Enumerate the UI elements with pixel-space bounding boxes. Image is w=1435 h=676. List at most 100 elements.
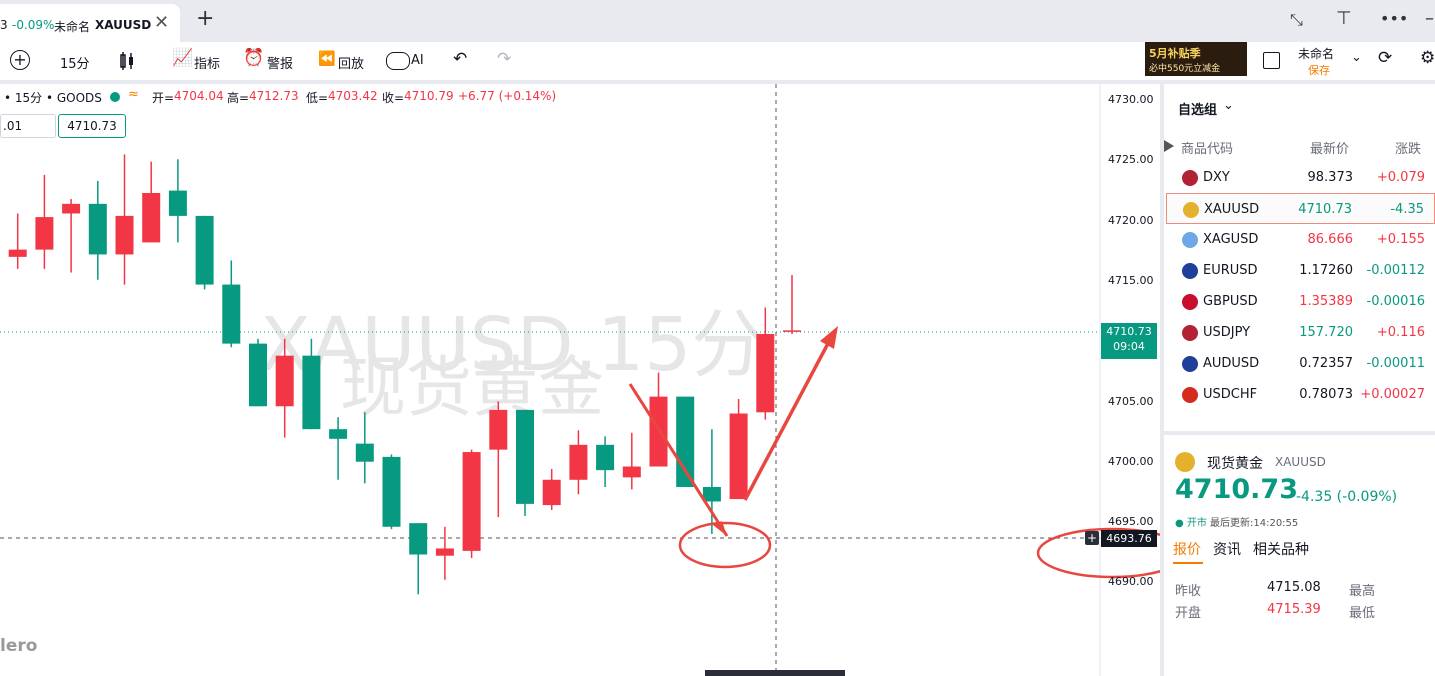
watchlist-row-xagusd[interactable]: XAGUSD 86.666 +0.155 (1166, 224, 1435, 255)
header-last[interactable]: 最新价 (1310, 138, 1349, 157)
watchlist-title[interactable]: 自选组 (1178, 99, 1217, 118)
candle-body[interactable] (409, 523, 428, 555)
candle-body[interactable] (649, 396, 668, 467)
candle-type-icon[interactable] (118, 51, 136, 71)
tab-bar: 3 -0.09% 未命名 XAUUSD ✕ + ⤡ ⊤ ••• – (0, 0, 1435, 43)
alerts-button[interactable]: 警报 (267, 53, 293, 72)
layout-name[interactable]: 未命名 (1298, 45, 1334, 62)
candle-body[interactable] (756, 333, 775, 413)
ask-box[interactable]: 4710.73 (58, 114, 126, 138)
tab-layout-name: 未命名 (54, 20, 91, 34)
watchlist-row-audusd[interactable]: AUDUSD 0.72357 -0.00011 (1166, 348, 1435, 379)
flag-marker-icon (1164, 140, 1174, 152)
details-updated: 最后更新:14:20:55 (1210, 518, 1299, 529)
candlestick-chart[interactable]: XAUUSD,15分现货黄金 (0, 84, 1160, 676)
candle-body[interactable] (462, 452, 481, 551)
save-label[interactable]: 保存 (1308, 62, 1330, 78)
candle-body[interactable] (702, 487, 721, 502)
promo-banner[interactable]: 5月补贴季 必中550元立减金 (1145, 42, 1247, 76)
candle-body[interactable] (88, 203, 107, 255)
candle-body[interactable] (8, 249, 27, 257)
replay-button[interactable]: 回放 (338, 53, 364, 72)
more-icon[interactable]: ••• (1380, 9, 1408, 28)
new-tab-plus-icon[interactable]: + (196, 6, 214, 31)
settings-gear-icon[interactable]: ⚙ (1420, 48, 1435, 68)
indicators-button[interactable]: 指标 (194, 53, 220, 72)
pin-icon[interactable]: ⊤ (1336, 8, 1352, 29)
candle-body[interactable] (569, 444, 588, 480)
legend-high-label: 高= (227, 91, 250, 105)
redo-icon[interactable]: ↷ (497, 49, 511, 69)
watchlist-change: -4.35 (1390, 202, 1424, 217)
details-name: 现货黄金 (1207, 456, 1263, 472)
watchlist-row-usdchf[interactable]: USDCHF 0.78073 +0.00027 (1166, 379, 1435, 410)
chart-toolbar: + 15分 📈 指标 ⏰ 警报 ⏪ 回放 AI ↶ ↷ 5月补贴季 必中550元… (0, 42, 1435, 84)
candle-body[interactable] (35, 217, 54, 250)
close-icon[interactable]: ✕ (154, 12, 169, 33)
watchlist-row-xauusd[interactable]: XAUUSD 4710.73 -4.35 (1166, 193, 1435, 224)
tab-related[interactable]: 相关品种 (1253, 539, 1309, 559)
candle-body[interactable] (622, 466, 641, 478)
add-symbol-icon[interactable]: + (10, 50, 30, 70)
legend-close: 4710.79 (404, 89, 454, 103)
candle-body[interactable] (783, 330, 801, 332)
candle-body[interactable] (115, 215, 134, 255)
undo-icon[interactable]: ↶ (453, 49, 467, 69)
flag-icon (1182, 294, 1198, 310)
legend-open: 4704.04 (174, 89, 224, 103)
interval-button[interactable]: 15分 (60, 53, 90, 72)
brand-logo-partial: lero (0, 636, 38, 656)
watchlist-symbol: XAGUSD (1203, 232, 1259, 247)
candle-body[interactable] (195, 215, 214, 285)
candle-body[interactable] (142, 192, 161, 243)
candle-body[interactable] (275, 355, 294, 407)
tab-news[interactable]: 资讯 (1213, 539, 1241, 559)
approx-icon: ≈ (128, 87, 139, 102)
tab-quote[interactable]: 报价 (1173, 539, 1201, 559)
details-change: -4.35 (-0.09%) (1296, 489, 1398, 505)
watchlist-symbol: DXY (1203, 170, 1230, 185)
candle-body[interactable] (302, 355, 321, 430)
candle-body[interactable] (355, 443, 374, 462)
candle-body[interactable] (542, 479, 561, 506)
candle-body[interactable] (168, 190, 187, 216)
watchlist-row-usdjpy[interactable]: USDJPY 157.720 +0.116 (1166, 317, 1435, 348)
minimize-icon[interactable]: – (1425, 8, 1434, 29)
candle-body[interactable] (62, 203, 81, 214)
price-axis-tick: 4695.00 (1108, 515, 1154, 529)
watchlist-row-usdcad[interactable]: USDCAD1.36996+0.00032 (1166, 410, 1435, 418)
restore-window-icon[interactable]: ⤡ (1290, 10, 1303, 30)
countdown-timer: 09:04 (1113, 340, 1145, 353)
watchlist-symbol: USDJPY (1203, 325, 1251, 340)
tab-change: -0.09% (12, 18, 55, 32)
ai-robot-icon (386, 52, 410, 70)
quick-search-icon[interactable]: ⟳ (1378, 48, 1392, 68)
candle-body[interactable] (729, 413, 748, 500)
open-value: 4715.39 (1267, 602, 1321, 617)
header-symbol[interactable]: 商品代码 (1181, 138, 1233, 157)
candle-body[interactable] (435, 548, 454, 556)
watchlist-last: 1.35389 (1299, 294, 1353, 309)
header-change[interactable]: 涨跌 (1395, 138, 1421, 157)
candle-body[interactable] (676, 396, 695, 488)
watchlist-row-dxy[interactable]: DXY 98.373 +0.079 (1166, 162, 1435, 193)
tab-indicator (1173, 562, 1203, 564)
candle-body[interactable] (516, 409, 534, 504)
watchlist-chevron-icon[interactable]: ⌄ (1223, 98, 1234, 113)
price-axis-tick: 4715.00 (1108, 273, 1154, 287)
candle-body[interactable] (596, 444, 615, 471)
candle-body[interactable] (222, 284, 241, 344)
candle-body[interactable] (249, 343, 267, 407)
candle-body[interactable] (329, 429, 348, 439)
bid-box[interactable]: .01 (0, 114, 56, 138)
active-tab[interactable]: 3 -0.09% 未命名 XAUUSD ✕ (0, 4, 180, 42)
candle-body[interactable] (489, 409, 508, 450)
watchlist-row-eurusd[interactable]: EURUSD 1.17260 -0.00112 (1166, 255, 1435, 286)
candle-body[interactable] (382, 456, 401, 527)
price-axis-tick: 4690.00 (1108, 575, 1154, 589)
add-plus-icon[interactable]: + (1085, 531, 1099, 545)
watchlist-row-gbpusd[interactable]: GBPUSD 1.35389 -0.00016 (1166, 286, 1435, 317)
chevron-down-icon[interactable]: ⌄ (1351, 50, 1362, 65)
layout-square-icon[interactable] (1263, 52, 1280, 69)
ai-button[interactable]: AI (411, 53, 424, 68)
